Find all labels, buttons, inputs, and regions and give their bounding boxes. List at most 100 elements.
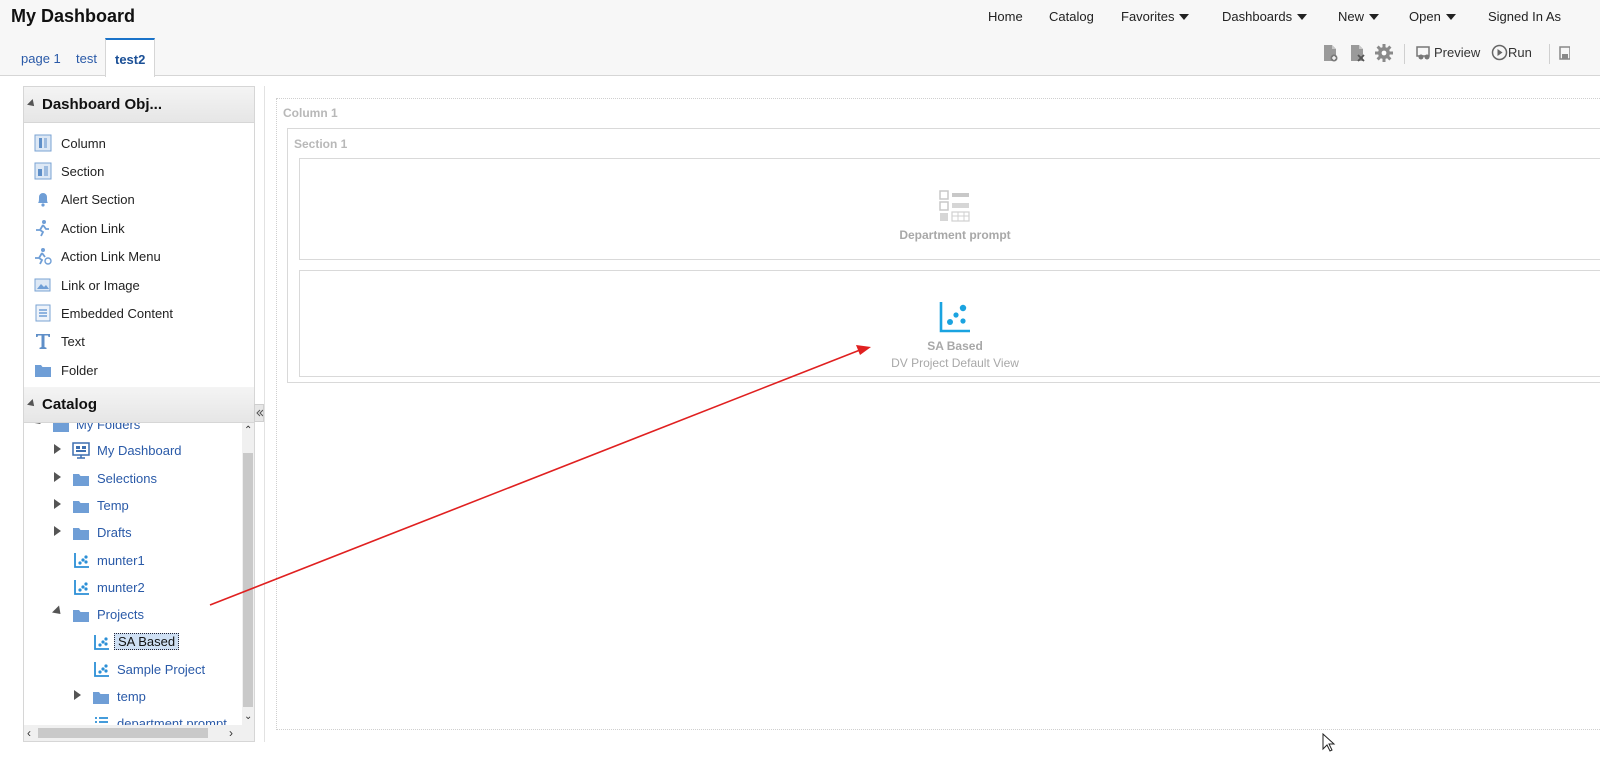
left-panel: Dashboard Obj... Column Section Alert Se… [23,86,255,742]
tree-item-temp-sub[interactable]: temp [24,686,239,708]
scroll-right-icon[interactable]: › [229,726,233,740]
nav-favorites[interactable]: Favorites [1121,9,1190,24]
scatter-chart-icon [74,553,89,568]
nav-signed-in-as[interactable]: Signed In As [1488,9,1561,24]
editor-toolbar: Preview Run [0,44,1600,64]
collapsed-triangle-icon [54,472,61,482]
object-section[interactable]: Section [34,162,249,182]
tree-item-label: My Folders [76,423,141,432]
nav-open[interactable]: Open [1409,9,1456,24]
scroll-down-icon[interactable]: ⌄ [244,711,252,722]
delete-page-icon[interactable] [1348,44,1366,62]
action-link-menu-icon [34,247,52,265]
object-action-link[interactable]: Action Link [34,219,249,239]
section-icon [34,162,52,180]
department-prompt-label: Department prompt [899,228,1011,242]
tree-item-my-dashboard[interactable]: My Dashboard [24,440,239,462]
tree-item-label: My Dashboard [97,443,182,458]
run-button[interactable]: Run [1491,44,1532,64]
nav-new[interactable]: New [1338,9,1380,24]
tree-item-temp[interactable]: Temp [24,495,239,517]
tree-item-sample-project[interactable]: Sample Project [24,659,239,681]
tree-item-label: Sample Project [117,662,206,677]
sa-based-sublabel: DV Project Default View [891,356,1019,370]
gear-icon[interactable] [1375,44,1393,62]
run-label: Run [1508,45,1532,60]
column-title: Column 1 [283,106,338,120]
caret-down-icon [1445,14,1456,20]
column-container[interactable]: Column 1 Section 1 Department prompt SA … [276,98,1600,730]
tree-item-label: SA Based [114,633,180,650]
tree-item-munter1[interactable]: munter1 [24,550,239,572]
dashboard-objects-title: Dashboard Obj... [42,96,163,113]
tree-item-label: department prompt [117,716,227,725]
nav-dashboards[interactable]: Dashboards [1222,9,1308,24]
nav-catalog[interactable]: Catalog [1049,9,1094,24]
tree-item-label: munter2 [97,580,145,595]
collapse-triangle-icon [27,399,37,409]
scrollbar-thumb[interactable] [38,728,208,738]
nav-home[interactable]: Home [988,9,1023,24]
object-action-link-menu-label: Action Link Menu [61,249,161,264]
panel-divider [264,86,265,742]
object-column-label: Column [61,136,106,151]
scroll-up-icon[interactable]: ⌃ [244,425,252,436]
tree-item-label: Selections [97,471,157,486]
object-action-link-label: Action Link [61,221,125,236]
tree-item-selections[interactable]: Selections [24,468,239,490]
mouse-cursor-icon [1322,733,1336,752]
tree-item-label: temp [117,689,146,704]
scroll-left-icon[interactable]: ‹ [27,726,31,740]
embedded-content-icon [34,304,52,322]
preview-button[interactable]: Preview [1416,44,1480,64]
catalog-horizontal-scrollbar[interactable]: ‹ › [24,725,254,741]
object-alert-section[interactable]: Alert Section [34,190,249,210]
save-icon[interactable] [1558,44,1576,62]
tree-item-department-prompt[interactable]: department prompt [24,713,239,725]
folder-icon [53,423,69,432]
column-icon [34,134,52,152]
tree-item-label: munter1 [97,553,145,568]
folder-icon [73,528,89,540]
object-section-label: Section [61,164,105,179]
tree-item-projects[interactable]: Projects [24,604,239,626]
toolbar-divider [1404,44,1405,64]
collapse-panel-handle[interactable] [254,404,264,422]
object-link-or-image-label: Link or Image [61,278,140,293]
dashboard-objects-header[interactable]: Dashboard Obj... [24,87,254,123]
section-title: Section 1 [294,137,348,151]
object-embedded-content[interactable]: Embedded Content [34,304,249,324]
tree-item-drafts[interactable]: Drafts [24,522,239,544]
text-icon [34,332,52,350]
tree-item-label: Projects [97,607,144,622]
tree-item-label: Temp [97,498,129,513]
tree-item-sa-based[interactable]: SA Based [24,632,239,654]
object-column[interactable]: Column [34,134,249,154]
folder-icon [73,474,89,486]
catalog-vertical-scrollbar[interactable]: ⌃ ⌄ [242,423,254,725]
folder-icon [93,692,109,704]
sa-based-label: SA Based [927,339,983,353]
object-text-label: Text [61,334,85,349]
nav-favorites-label: Favorites [1121,9,1175,24]
caret-down-icon [1369,14,1380,20]
object-embedded-content-label: Embedded Content [61,306,174,321]
object-link-or-image[interactable]: Link or Image [34,276,249,296]
add-page-icon[interactable] [1321,44,1339,62]
object-action-link-menu[interactable]: Action Link Menu [34,247,249,267]
scrollbar-thumb[interactable] [243,453,253,707]
toolbar-divider [1549,44,1550,64]
sa-based-dv-object[interactable]: SA Based DV Project Default View [299,270,1600,377]
tree-item-munter2[interactable]: munter2 [24,577,239,599]
caret-down-icon [1297,14,1308,20]
section-container[interactable]: Section 1 Department prompt SA Based DV … [287,128,1600,383]
tree-item-my-folders[interactable]: My Folders [24,423,239,436]
object-folder-label: Folder [61,363,98,378]
catalog-header[interactable]: Catalog [24,387,254,423]
scatter-chart-icon [74,580,89,595]
object-text[interactable]: Text [34,332,249,352]
object-folder[interactable]: Folder [34,361,249,381]
department-prompt-object[interactable]: Department prompt [299,158,1600,260]
folder-icon [73,501,89,513]
expanded-triangle-icon [31,423,45,428]
